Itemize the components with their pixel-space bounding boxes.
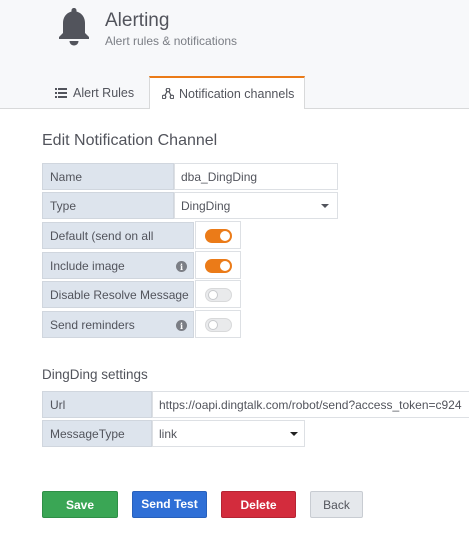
chevron-down-icon (290, 432, 298, 436)
name-input[interactable]: dba_DingDing (174, 163, 338, 190)
message-type-value: link (159, 426, 178, 441)
default-label: Default (send on all (42, 222, 194, 249)
delete-button[interactable]: Delete (221, 491, 296, 518)
info-icon[interactable]: i (176, 320, 187, 331)
type-select-value: DingDing (181, 198, 231, 213)
type-select[interactable]: DingDing (174, 192, 338, 219)
bell-icon (59, 8, 89, 46)
send-reminders-label: Send reminders i (42, 311, 194, 338)
tab-alert-rules-label: Alert Rules (73, 85, 135, 100)
disable-resolve-label: Disable Resolve Message (42, 281, 194, 308)
tab-notification-channels-label: Notification channels (179, 86, 295, 101)
type-label: Type (42, 192, 174, 219)
toggle-knob (208, 290, 218, 300)
back-button[interactable]: Back (310, 491, 363, 518)
default-toggle[interactable] (205, 229, 232, 243)
tab-notification-channels[interactable]: Notification channels (149, 76, 305, 109)
name-label: Name (42, 163, 174, 190)
dingding-settings-title: DingDing settings (42, 367, 148, 382)
chevron-down-icon (321, 204, 329, 208)
toggle-knob (220, 231, 230, 241)
toggle-knob (208, 320, 218, 330)
page-subtitle: Alert rules & notifications (105, 34, 238, 48)
include-image-switch-box (195, 251, 241, 279)
default-switch-box (195, 221, 241, 249)
send-reminders-toggle[interactable] (205, 318, 232, 332)
info-icon[interactable]: i (176, 261, 187, 272)
include-image-label: Include image i (42, 252, 194, 279)
toggle-knob (220, 261, 230, 271)
share-icon (162, 88, 174, 99)
send-test-button[interactable]: Send Test (132, 491, 207, 518)
send-reminders-label-text: Send reminders (50, 317, 135, 332)
save-button[interactable]: Save (42, 491, 118, 518)
message-type-label: MessageType (42, 420, 152, 447)
include-image-toggle[interactable] (205, 259, 232, 273)
tab-alert-rules[interactable]: Alert Rules (55, 76, 134, 109)
message-type-select[interactable]: link (152, 420, 305, 447)
url-input[interactable]: https://oapi.dingtalk.com/robot/send?acc… (152, 391, 469, 418)
url-label: Url (42, 391, 152, 418)
disable-resolve-switch-box (195, 280, 241, 308)
include-image-label-text: Include image (50, 258, 125, 273)
list-icon (55, 87, 67, 98)
disable-resolve-toggle[interactable] (205, 288, 232, 302)
send-reminders-switch-box (195, 310, 241, 338)
page-title: Alerting (105, 10, 170, 31)
form-title: Edit Notification Channel (42, 132, 218, 149)
